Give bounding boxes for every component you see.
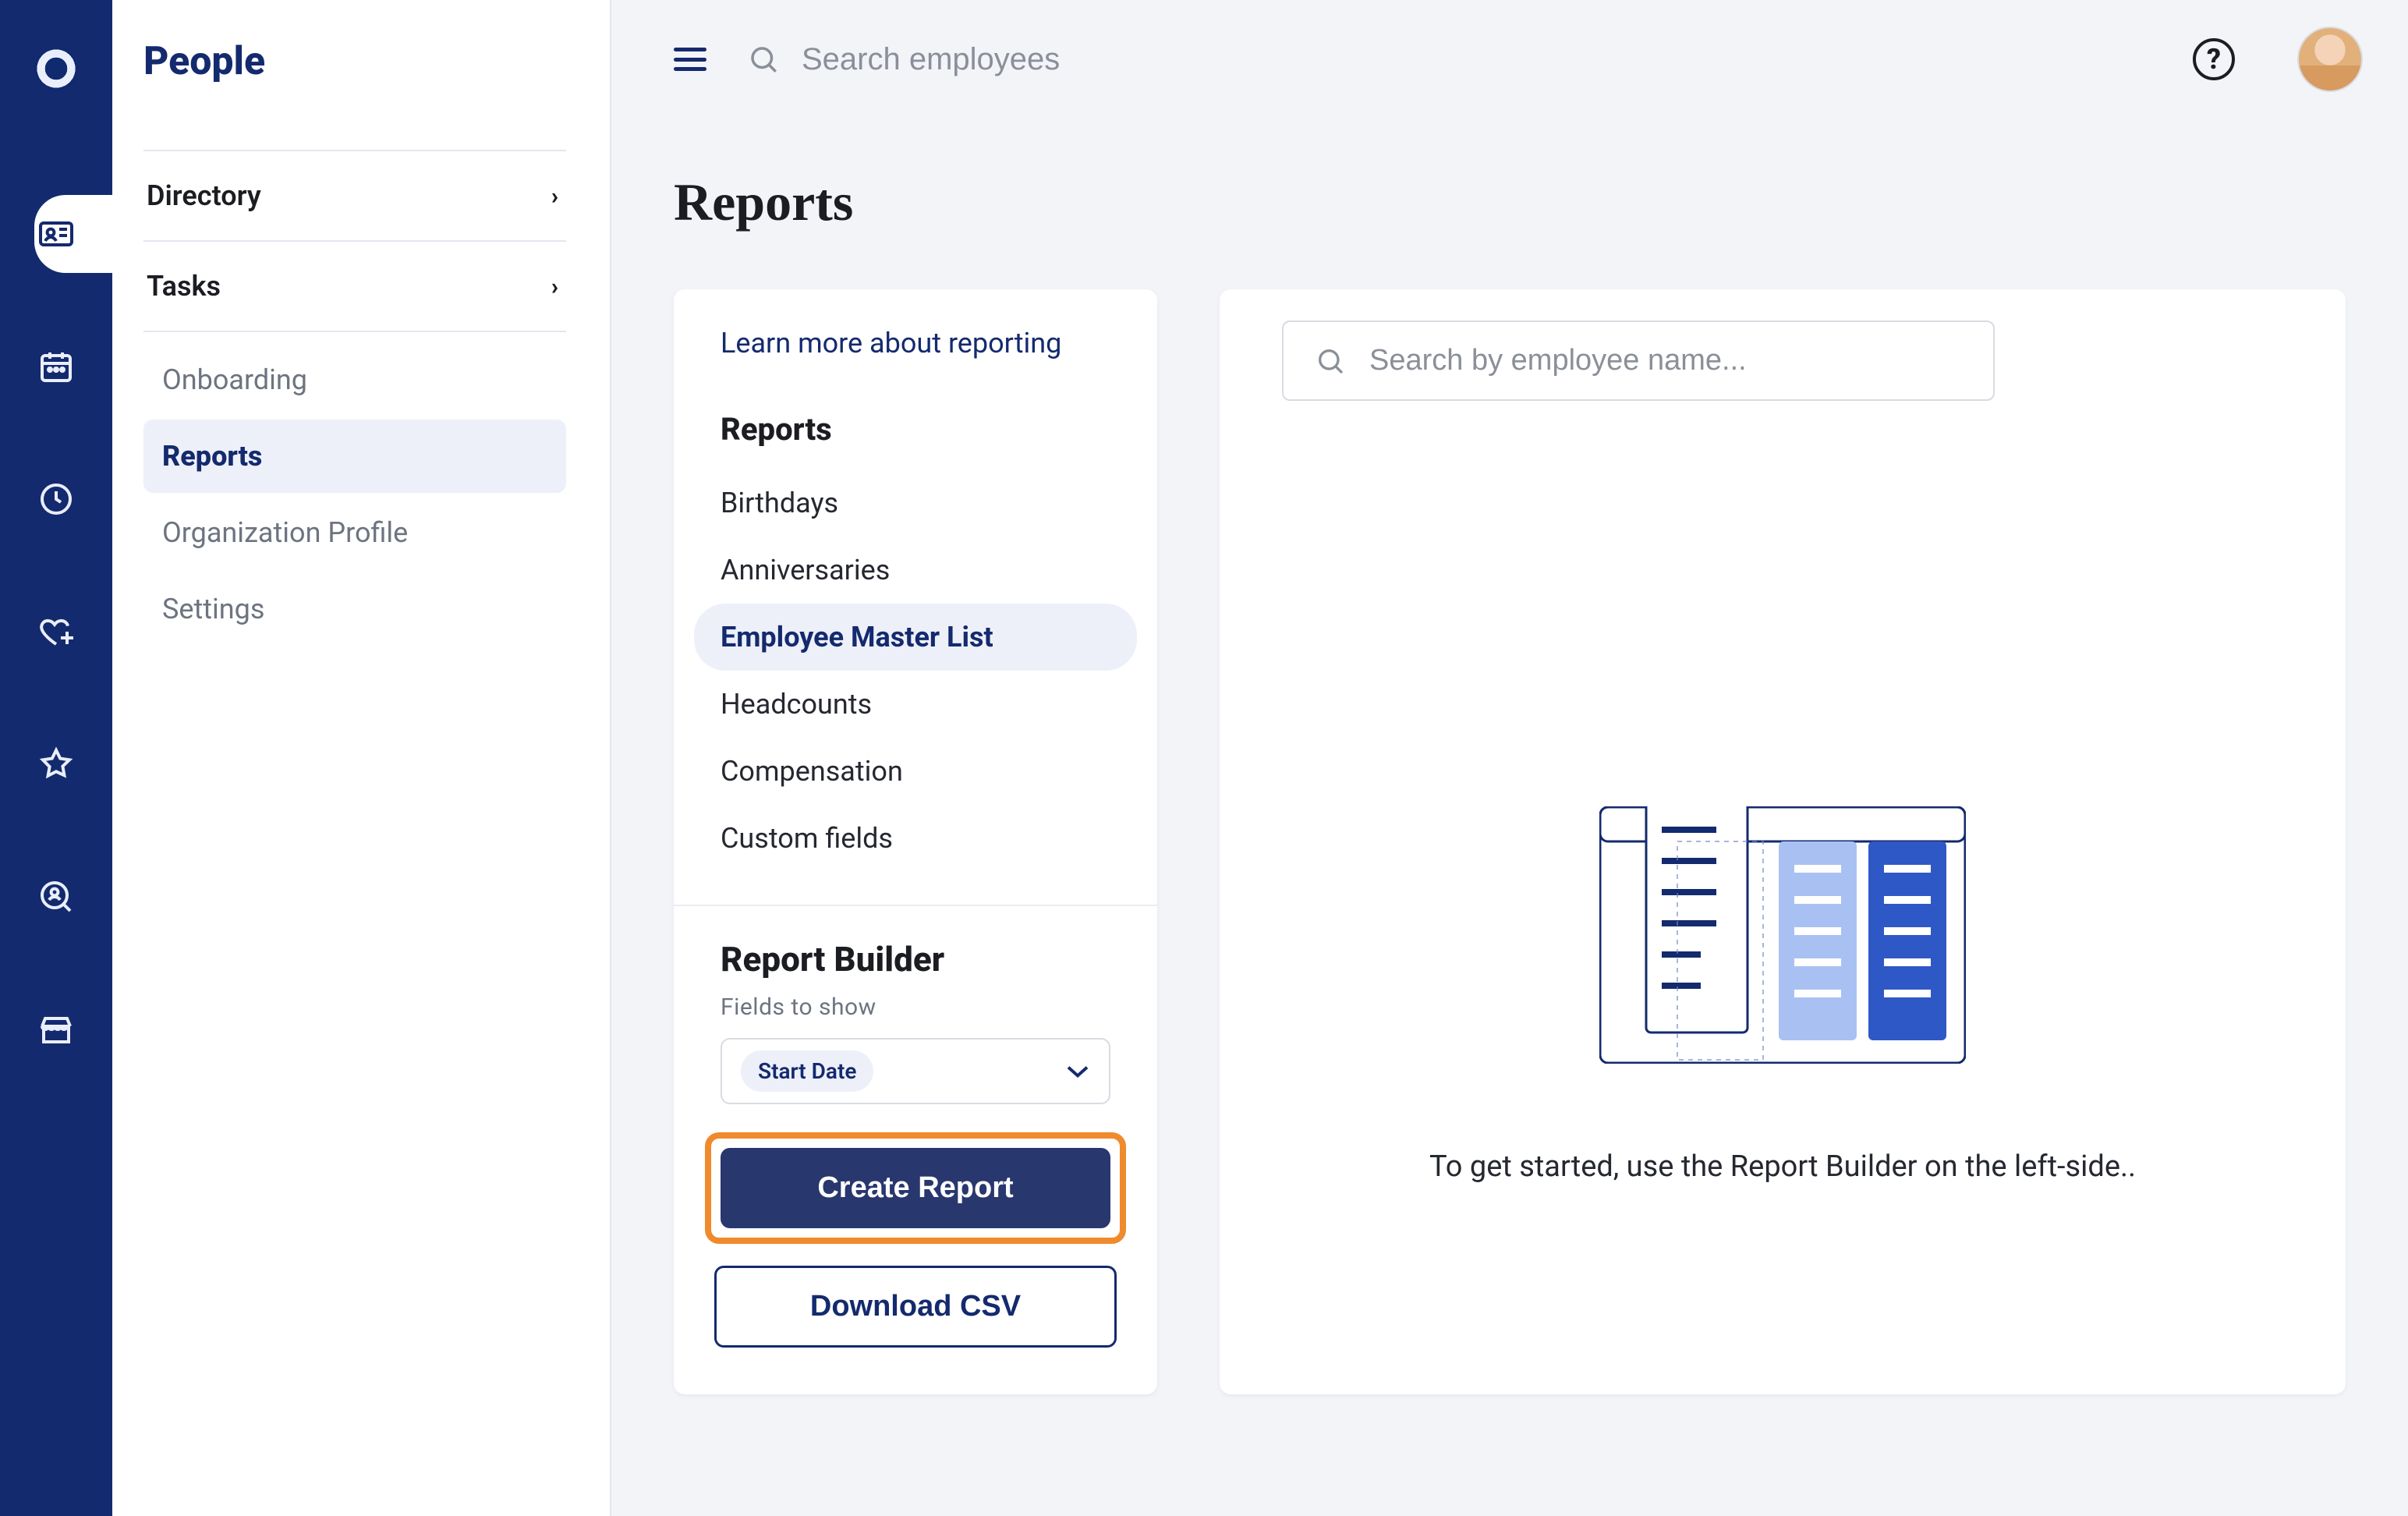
report-builder-heading: Report Builder xyxy=(674,939,1157,994)
menu-toggle-button[interactable] xyxy=(674,48,706,71)
learn-more-link[interactable]: Learn more about reporting xyxy=(674,321,1157,392)
sidebar-item-label: Settings xyxy=(162,593,264,625)
empty-state-hint: To get started, use the Report Builder o… xyxy=(1429,1149,2136,1184)
sidebar-item-reports[interactable]: Reports xyxy=(143,420,566,493)
sidebar-item-tasks[interactable]: Tasks › xyxy=(143,242,566,331)
sidebar-item-label: Organization Profile xyxy=(162,516,408,549)
store-icon xyxy=(37,1011,75,1048)
chevron-down-icon xyxy=(1065,1064,1090,1079)
report-results-card: To get started, use the Report Builder o… xyxy=(1220,289,2346,1394)
create-report-highlight: Create Report xyxy=(705,1132,1126,1244)
global-search[interactable] xyxy=(747,42,2152,77)
person-search-icon xyxy=(37,878,75,916)
search-icon xyxy=(1315,345,1346,377)
id-card-icon xyxy=(37,215,75,253)
secondary-sidebar: People Directory › Tasks › Onboarding Re… xyxy=(112,0,611,1516)
report-type-employee-master-list[interactable]: Employee Master List xyxy=(694,604,1137,671)
content-row: Learn more about reporting Reports Birth… xyxy=(611,289,2408,1394)
create-report-button[interactable]: Create Report xyxy=(721,1148,1110,1228)
divider xyxy=(674,905,1157,906)
help-button[interactable]: ? xyxy=(2193,38,2235,80)
sidebar-item-org-profile[interactable]: Organization Profile xyxy=(143,496,566,569)
sidebar-item-settings[interactable]: Settings xyxy=(143,572,566,646)
question-icon: ? xyxy=(2207,43,2221,76)
reports-heading: Reports xyxy=(674,392,1157,469)
report-type-headcounts[interactable]: Headcounts xyxy=(674,671,1157,738)
report-type-custom-fields[interactable]: Custom fields xyxy=(674,805,1157,872)
rail-item-calendar[interactable] xyxy=(0,338,112,395)
report-builder-illustration xyxy=(1599,806,1966,1064)
search-input[interactable] xyxy=(802,42,2152,77)
report-type-compensation[interactable]: Compensation xyxy=(674,738,1157,805)
report-type-anniversaries[interactable]: Anniversaries xyxy=(674,537,1157,604)
calendar-icon xyxy=(37,348,75,385)
reports-sidebar-card: Learn more about reporting Reports Birth… xyxy=(674,289,1157,1394)
employee-search[interactable] xyxy=(1282,321,1995,401)
fields-dropdown[interactable]: Start Date xyxy=(721,1038,1110,1104)
sidebar-item-label: Onboarding xyxy=(162,363,307,396)
sidebar-item-label: Reports xyxy=(162,440,262,473)
rail-item-time[interactable] xyxy=(0,471,112,527)
star-icon xyxy=(37,746,75,783)
heart-plus-icon xyxy=(37,613,75,650)
chevron-right-icon: › xyxy=(551,182,558,210)
sidebar-item-label: Directory xyxy=(147,179,261,212)
employee-search-input[interactable] xyxy=(1369,344,1962,377)
icon-rail xyxy=(0,0,112,1516)
sidebar-item-directory[interactable]: Directory › xyxy=(143,151,566,240)
chevron-right-icon: › xyxy=(551,273,558,300)
rail-item-search-people[interactable] xyxy=(0,869,112,925)
rail-item-reviews[interactable] xyxy=(0,736,112,792)
page-title: Reports xyxy=(674,172,2408,233)
download-csv-button[interactable]: Download CSV xyxy=(714,1266,1117,1348)
rail-item-marketplace[interactable] xyxy=(0,1001,112,1057)
selected-field-chip: Start Date xyxy=(741,1050,873,1092)
fields-to-show-label: Fields to show xyxy=(674,994,1157,1038)
rail-item-benefits[interactable] xyxy=(0,604,112,660)
sidebar-item-onboarding[interactable]: Onboarding xyxy=(143,343,566,416)
app-logo[interactable] xyxy=(34,47,78,90)
topbar: ? xyxy=(611,0,2408,119)
search-icon xyxy=(747,43,780,76)
rail-item-people[interactable] xyxy=(0,206,112,262)
sidebar-item-label: Tasks xyxy=(147,270,221,303)
main: ? Reports Learn more about reporting Rep… xyxy=(611,0,2408,1516)
user-avatar[interactable] xyxy=(2299,28,2361,90)
clock-icon xyxy=(37,480,75,518)
section-title: People xyxy=(143,39,566,84)
report-type-birthdays[interactable]: Birthdays xyxy=(674,469,1157,537)
